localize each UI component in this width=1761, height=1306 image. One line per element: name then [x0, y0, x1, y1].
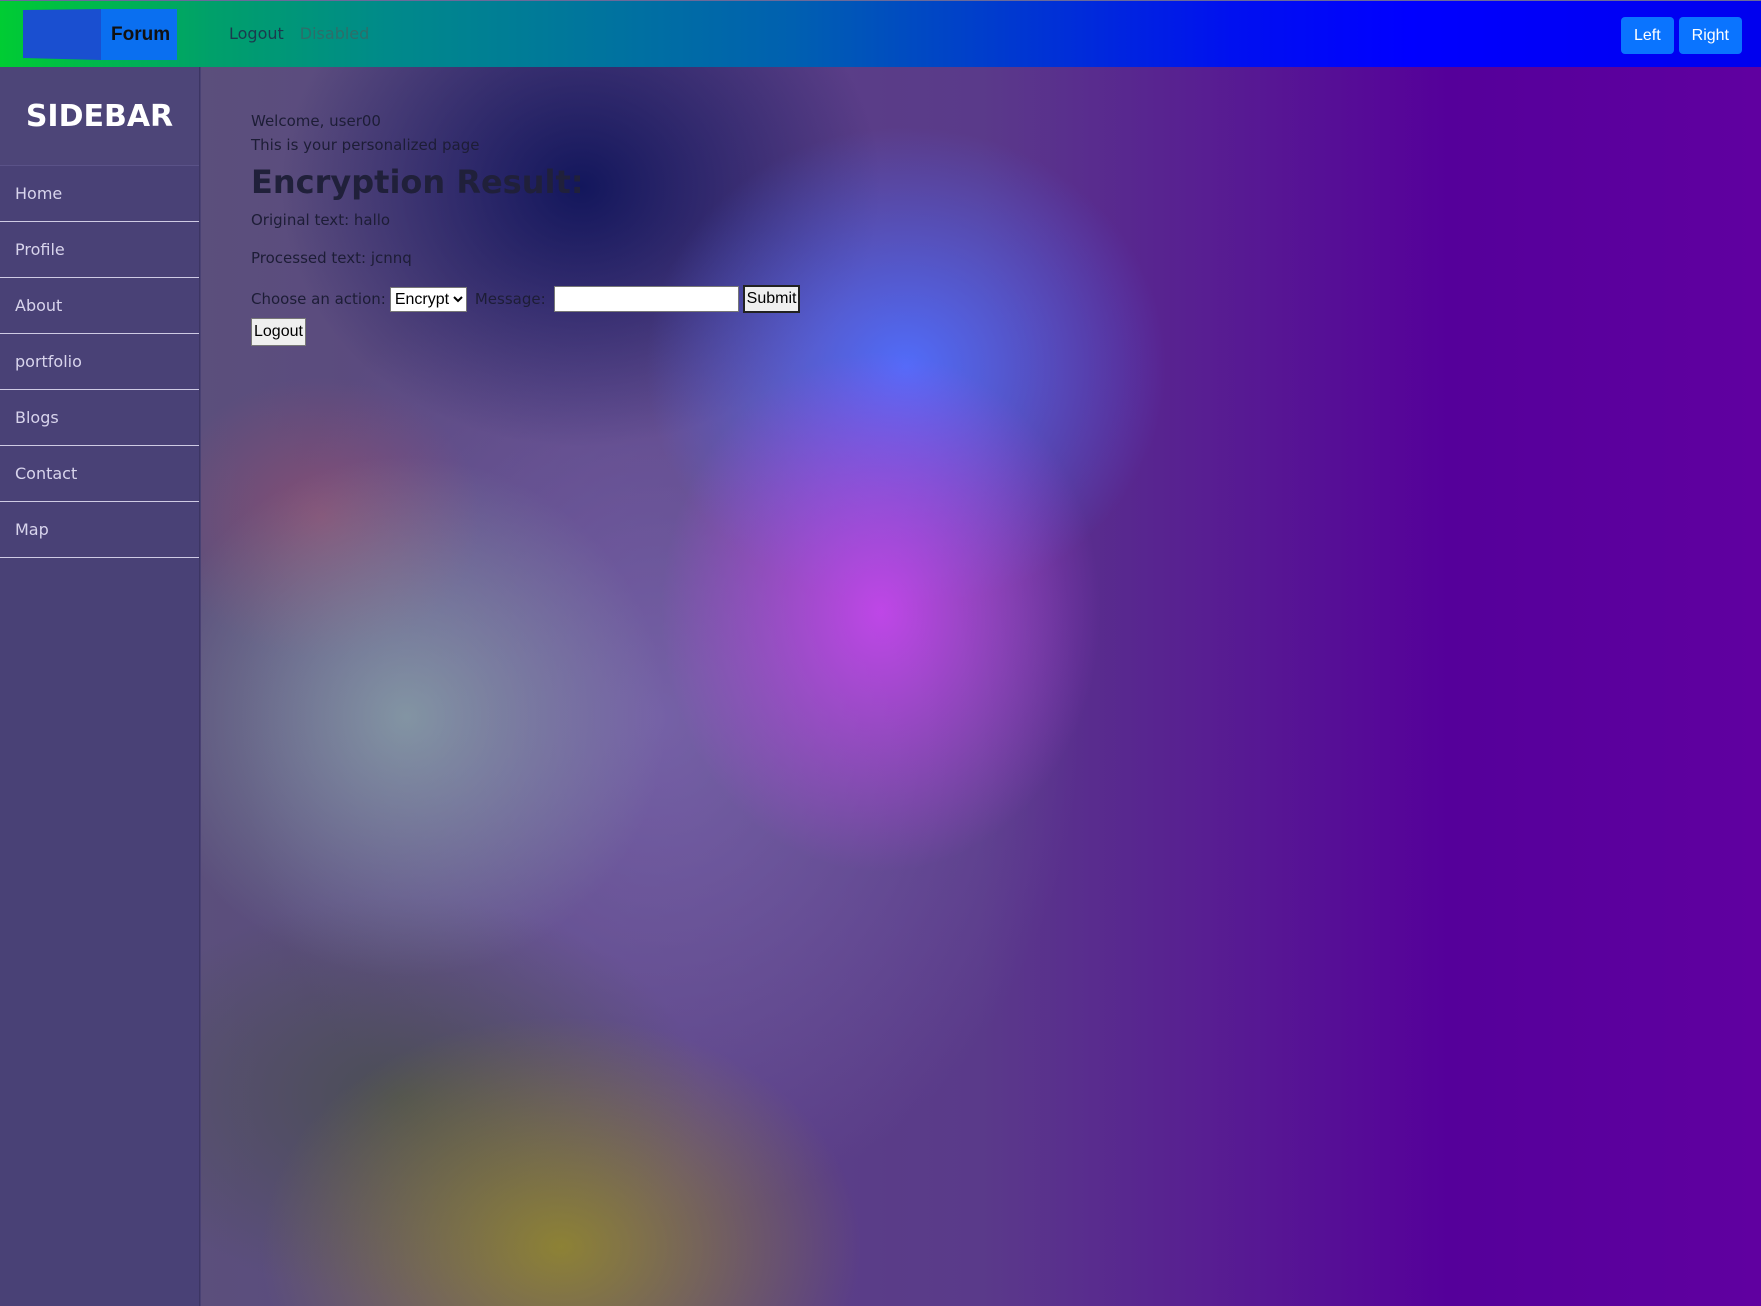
sidebar: SIDEBAR Home Profile About portfolio Blo… [0, 67, 200, 1306]
sidebar-title: SIDEBAR [0, 67, 199, 166]
nav-link-disabled: Disabled [299, 24, 370, 43]
submit-button[interactable]: Submit [742, 285, 801, 313]
brand-label[interactable]: Forum [101, 9, 177, 60]
subtitle-text: This is your personalized page [251, 136, 480, 154]
encryption-form: Choose an action: Encrypt Message: Submi… [251, 285, 801, 313]
logout-row: Logout [251, 318, 800, 346]
main-content: Welcome, user00 This is your personalize… [201, 67, 1761, 1306]
sidebar-item-home[interactable]: Home [0, 166, 199, 222]
sidebar-item-map[interactable]: Map [0, 502, 199, 558]
sidebar-item-about[interactable]: About [0, 278, 199, 334]
logout-button[interactable]: Logout [251, 318, 306, 346]
welcome-text: Welcome, user00 [251, 112, 381, 130]
processed-text: Processed text: jcnnq [251, 249, 412, 267]
right-button[interactable]: Right [1678, 17, 1742, 54]
content-panel: Welcome, user00 This is your personalize… [251, 109, 801, 346]
nav-link-logout[interactable]: Logout [229, 24, 284, 43]
sidebar-item-contact[interactable]: Contact [0, 446, 199, 502]
left-button[interactable]: Left [1620, 17, 1674, 54]
brand-logo [23, 9, 101, 60]
sidebar-item-portfolio[interactable]: portfolio [0, 334, 199, 390]
nav-links: Logout Disabled [229, 24, 369, 43]
nav-buttons: Left Right [1620, 17, 1742, 54]
action-label: Choose an action: [251, 290, 386, 308]
top-navbar: Forum Logout Disabled Left Right [0, 0, 1761, 67]
result-title: Encryption Result: [251, 163, 584, 201]
sidebar-item-blogs[interactable]: Blogs [0, 390, 199, 446]
original-text: Original text: hallo [251, 211, 391, 229]
message-label: Message: [474, 290, 546, 308]
brand[interactable]: Forum [23, 9, 177, 60]
sidebar-item-profile[interactable]: Profile [0, 222, 199, 278]
message-input[interactable] [553, 286, 739, 312]
action-select[interactable]: Encrypt [389, 286, 467, 312]
